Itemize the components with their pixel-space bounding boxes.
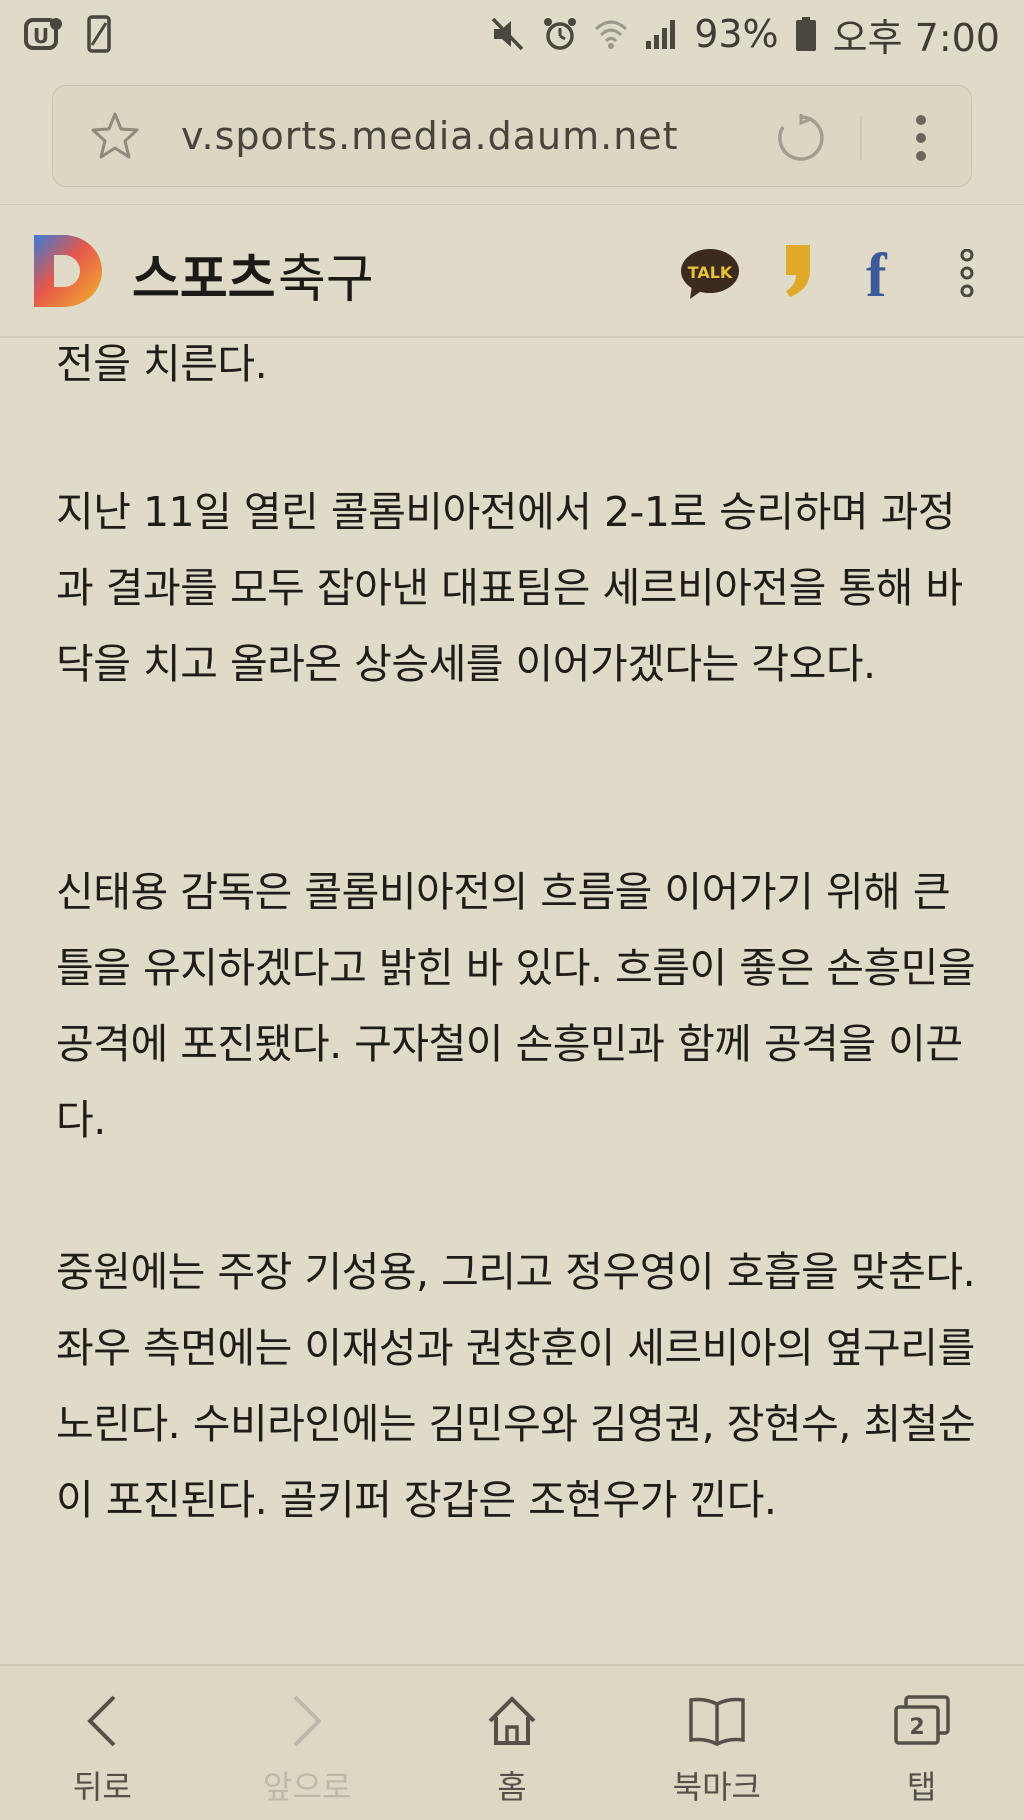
wifi-icon xyxy=(594,17,628,51)
status-bar: U 93% 오후 7:00 xyxy=(0,0,1024,68)
forward-icon xyxy=(287,1688,327,1754)
article-paragraph: 중원에는 주장 기성용, 그리고 정우영이 호흡을 맞춘다. 좌우 측면에는 이… xyxy=(56,1248,976,1524)
signal-icon xyxy=(644,17,678,51)
site-section[interactable]: 축구 xyxy=(278,237,374,312)
nav-home-label: 홈 xyxy=(497,1768,527,1806)
bookmark-icon xyxy=(687,1688,747,1754)
back-icon xyxy=(82,1688,122,1754)
home-icon xyxy=(486,1688,538,1754)
battery-icon xyxy=(795,16,817,52)
nav-tabs-label: 탭 xyxy=(906,1768,937,1806)
nav-back-label: 뒤로 xyxy=(72,1768,132,1806)
daum-logo-icon[interactable] xyxy=(34,235,102,307)
nav-tabs-button[interactable]: 2 탭 xyxy=(819,1666,1024,1820)
toolbar-divider xyxy=(860,116,862,160)
facebook-share-icon[interactable]: f xyxy=(866,241,887,312)
nav-forward-label: 앞으로 xyxy=(263,1768,352,1806)
more-options-icon[interactable] xyxy=(913,114,929,166)
tab-count: 2 xyxy=(909,1715,924,1740)
site-title[interactable]: 스포츠 xyxy=(132,237,276,312)
url-text[interactable]: v.sports.media.daum.net xyxy=(181,114,679,158)
mute-icon xyxy=(490,16,526,52)
bottom-nav: 뒤로 앞으로 홈 북마크 2 탭 xyxy=(0,1664,1024,1820)
address-bar[interactable]: v.sports.media.daum.net xyxy=(52,85,972,187)
browser-toolbar: v.sports.media.daum.net xyxy=(0,68,1024,204)
article-paragraph: 신태용 감독은 콜롬비아전의 흐름을 이어가기 위해 큰 틀을 유지하겠다고 밝… xyxy=(56,868,976,1144)
status-left: U xyxy=(24,15,112,53)
nav-home-button[interactable]: 홈 xyxy=(410,1666,615,1820)
kakao-talk-label: TALK xyxy=(688,263,733,282)
site-header: 스포츠 축구 TALK f xyxy=(0,204,1024,338)
nav-bookmark-label: 북마크 xyxy=(672,1768,761,1806)
phone-icon xyxy=(86,15,112,53)
tabs-icon: 2 xyxy=(892,1688,952,1754)
kakao-talk-share-icon[interactable]: TALK xyxy=(680,247,740,305)
nav-bookmark-button[interactable]: 북마크 xyxy=(614,1666,819,1820)
article-paragraph: 전을 치른다. xyxy=(56,340,268,388)
svg-text:U: U xyxy=(33,24,49,48)
kakaostory-share-icon[interactable] xyxy=(780,243,814,303)
share-more-icon[interactable] xyxy=(958,248,976,301)
nav-back-button[interactable]: 뒤로 xyxy=(0,1666,205,1820)
bookmark-star-icon[interactable] xyxy=(89,110,141,166)
carrier-app-icon: U xyxy=(24,16,64,52)
nav-forward-button[interactable]: 앞으로 xyxy=(205,1666,410,1820)
article-body: 전을 치른다. 지난 11일 열린 콜롬비아전에서 2-1로 승리하며 과정과 … xyxy=(0,338,1024,1664)
reload-icon[interactable] xyxy=(775,112,827,168)
status-right: 93% 오후 7:00 xyxy=(490,7,1000,62)
battery-percent: 93% xyxy=(694,12,779,56)
article-paragraph: 지난 11일 열린 콜롬비아전에서 2-1로 승리하며 과정과 결과를 모두 잡… xyxy=(56,488,963,688)
alarm-icon xyxy=(542,16,578,52)
clock: 오후 7:00 xyxy=(832,15,1000,60)
